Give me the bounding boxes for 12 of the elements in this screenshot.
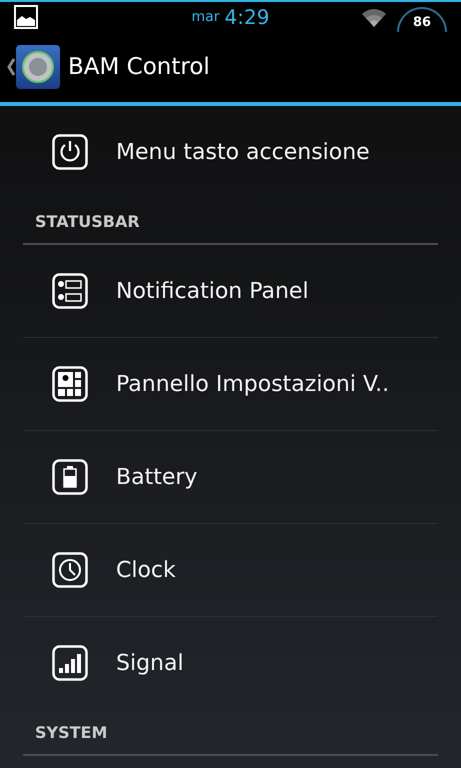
- section-header: SYSTEM: [23, 710, 438, 756]
- status-day: mar: [192, 9, 220, 25]
- menu-item[interactable]: Battery: [23, 431, 438, 524]
- app-title: BAM Control: [68, 54, 210, 80]
- menu-item[interactable]: Clock: [23, 524, 438, 617]
- section-header: STATUSBAR: [23, 199, 438, 245]
- menu-item[interactable]: Pannello Impostazioni V..: [23, 338, 438, 431]
- menu-item[interactable]: Signal: [23, 617, 438, 710]
- battery-percent: 86: [412, 14, 432, 32]
- status-time: 4:29: [224, 5, 270, 29]
- menu-item[interactable]: Notification Panel: [23, 245, 438, 338]
- menu-item[interactable]: Menu tasto accensione: [23, 106, 438, 199]
